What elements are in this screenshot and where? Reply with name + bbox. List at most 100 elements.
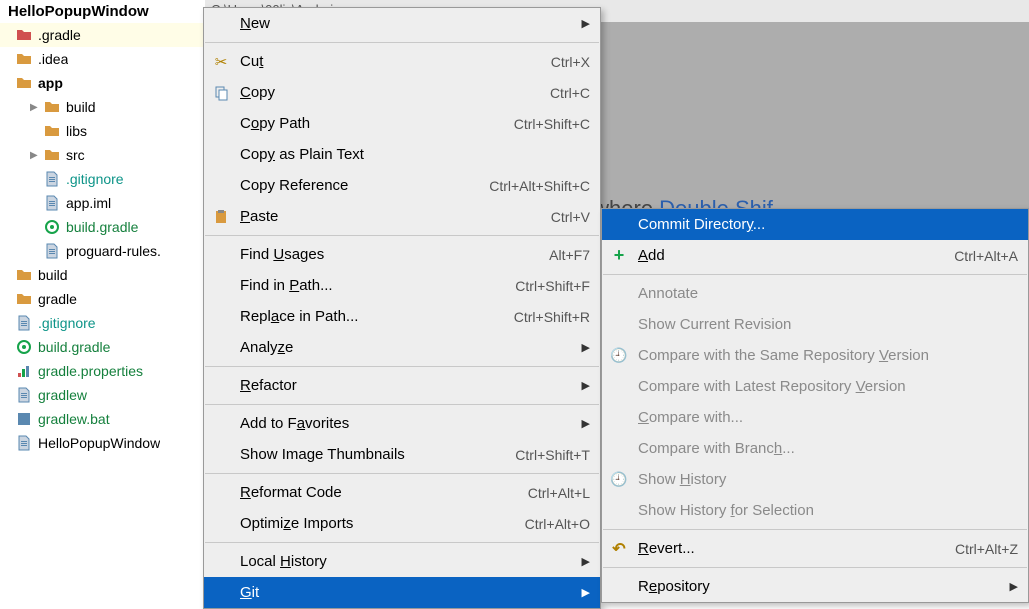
tree-item[interactable]: gradle.properties [0,359,205,383]
tree-item[interactable]: build.gradle [0,335,205,359]
tree-item[interactable]: .idea [0,47,205,71]
gradle-icon [16,339,32,355]
context-menu[interactable]: New ▶ ✂CutCtrl+XCopyCtrl+CCopy PathCtrl+Sh… [203,7,601,609]
menu-item[interactable]: ✂CutCtrl+X [204,46,600,77]
menu-item[interactable]: Copy as Plain Text [204,139,600,170]
tree-item[interactable]: .gitignore [0,311,205,335]
submenu-arrow-icon: ▶ [1010,580,1018,593]
tree-item[interactable]: HelloPopupWindow [0,431,205,455]
menu-item[interactable]: Copy ReferenceCtrl+Alt+Shift+C [204,170,600,201]
menu-item-label: Show History for Selection [638,502,1018,519]
project-tree-header[interactable]: HelloPopupWindow [0,0,205,23]
tree-item-label: app [38,75,63,91]
file-icon [44,171,60,187]
menu-item-label: Revert... [638,540,943,557]
menu-item[interactable]: Local History ▶ [204,546,600,577]
menu-item-label: Show History [638,471,1018,488]
menu-item[interactable]: Copy PathCtrl+Shift+C [204,108,600,139]
menu-item[interactable]: Optimize ImportsCtrl+Alt+O [204,508,600,539]
menu-item[interactable]: Paste Ctrl+V [204,201,600,232]
menu-item[interactable]: Commit Directory... [602,209,1028,240]
tree-item[interactable]: app.iml [0,191,205,215]
menu-item-label: New [240,15,572,32]
file-icon [16,435,32,451]
menu-separator [603,274,1027,275]
tree-item[interactable]: app [0,71,205,95]
expand-arrow-icon[interactable]: ▶ [30,102,38,113]
copy-icon [212,84,230,102]
menu-item[interactable]: ↶Revert...Ctrl+Alt+Z [602,533,1028,564]
menu-item-shortcut: Ctrl+Alt+A [954,248,1018,264]
tree-item-label: HelloPopupWindow [38,435,160,451]
menu-item-label: Analyze [240,339,572,356]
tree-item[interactable]: ▶build [0,95,205,119]
tree-item-label: .gitignore [38,315,96,331]
menu-item-label: Copy as Plain Text [240,146,590,163]
git-submenu[interactable]: Commit Directory... + Add Ctrl+Alt+A Annotat… [601,208,1029,603]
hist-icon: 🕘 [610,471,628,489]
menu-separator [603,529,1027,530]
tree-item-label: .gradle [38,27,81,43]
menu-item[interactable]: Reformat CodeCtrl+Alt+L [204,477,600,508]
tree-item[interactable]: build.gradle [0,215,205,239]
menu-item-label: Add [638,247,942,264]
menu-item[interactable]: Git ▶ [204,577,600,608]
menu-item-shortcut: Ctrl+Alt+Z [955,541,1018,557]
menu-item[interactable]: Repository▶ [602,571,1028,602]
tree-item[interactable]: .gradle [0,23,205,47]
tree-item[interactable]: gradlew.bat [0,407,205,431]
menu-item: 🕘 Show History [602,464,1028,495]
menu-item[interactable]: Show Image ThumbnailsCtrl+Shift+T [204,439,600,470]
menu-item: Compare with Latest Repository Version [602,371,1028,402]
expand-arrow-icon[interactable]: ▶ [30,150,38,161]
menu-item[interactable]: + Add Ctrl+Alt+A [602,240,1028,271]
menu-item[interactable]: New ▶ [204,8,600,39]
folder-icon [16,267,32,283]
tree-item[interactable]: build [0,263,205,287]
menu-item[interactable]: Find UsagesAlt+F7 [204,239,600,270]
menu-item-label: Cut [240,53,539,70]
menu-item-label: Paste [240,208,539,225]
menu-item-label: Add to Favorites [240,415,572,432]
submenu-arrow-icon: ▶ [582,379,590,392]
tree-item[interactable]: gradle [0,287,205,311]
project-tree[interactable]: HelloPopupWindow .gradle.ideaapp▶buildli… [0,0,205,597]
menu-item[interactable]: Find in Path...Ctrl+Shift+F [204,270,600,301]
menu-item[interactable]: CopyCtrl+C [204,77,600,108]
tree-item-label: proguard-rules. [66,243,161,259]
tree-item-label: gradle.properties [38,363,143,379]
menu-item-shortcut: Ctrl+V [551,209,590,225]
menu-item-shortcut: Ctrl+Shift+F [515,278,590,294]
menu-item-label: Compare with Branch... [638,440,1018,457]
menu-item[interactable]: Analyze▶ [204,332,600,363]
menu-item-label: Local History [240,553,572,570]
menu-item: Annotate [602,278,1028,309]
plus-icon: + [610,247,628,265]
tree-item[interactable]: gradlew [0,383,205,407]
menu-item-label: Annotate [638,285,1018,302]
menu-item[interactable]: Add to Favorites▶ [204,408,600,439]
tree-item-label: src [66,147,85,163]
menu-item: Compare with... [602,402,1028,433]
tree-item[interactable]: proguard-rules. [0,239,205,263]
menu-item[interactable]: Refactor▶ [204,370,600,401]
tree-item-label: gradlew.bat [38,411,110,427]
tree-item-label: gradlew [38,387,87,403]
menu-item-shortcut: Ctrl+Alt+Shift+C [489,178,590,194]
folder-icon [16,75,32,91]
submenu-arrow-icon: ▶ [582,555,590,568]
menu-item-label: Show Current Revision [638,316,1018,333]
hist-icon: 🕘 [610,347,628,365]
menu-separator [205,235,599,236]
menu-item[interactable]: Replace in Path...Ctrl+Shift+R [204,301,600,332]
tree-item[interactable]: .gitignore [0,167,205,191]
tree-item[interactable]: ▶ src [0,143,205,167]
tree-item[interactable]: libs [0,119,205,143]
submenu-arrow-icon: ▶ [582,17,590,30]
menu-item-label: Reformat Code [240,484,516,501]
tree-item-label: libs [66,123,87,139]
submenu-arrow-icon: ▶ [582,586,590,599]
menu-item-label: Git [240,584,572,601]
file-icon [44,195,60,211]
tree-item-label: .idea [38,51,68,67]
